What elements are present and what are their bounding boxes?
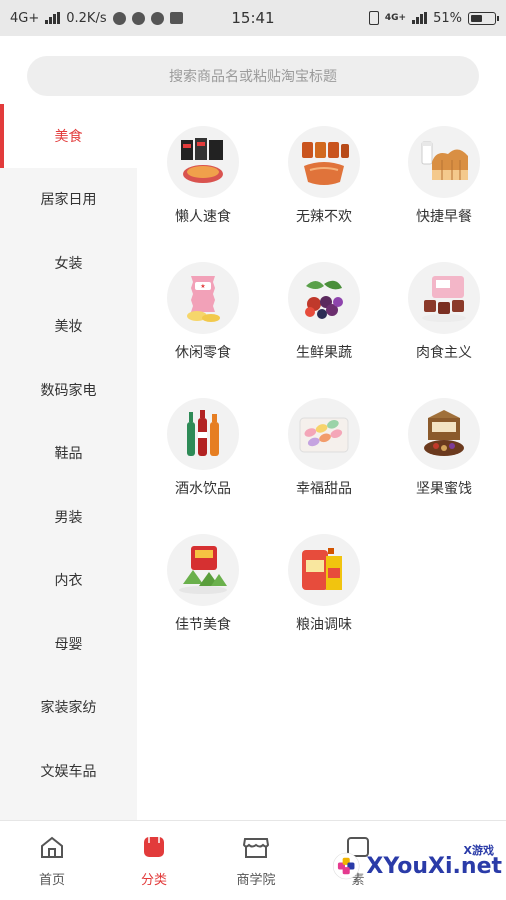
macaron-dessert-icon [288,398,360,470]
spicy-snacks-icon [288,126,360,198]
category-label: 幸福甜品 [296,481,352,497]
category-item[interactable]: 幸福甜品 [264,398,384,518]
sidebar-item[interactable]: 美妆 [0,295,137,359]
category-label: 坚果蜜饯 [416,481,472,497]
status-bar: 4G+ 0.2K/s 15:41 4G+ 51% [0,0,506,36]
sidebar-item-label: 数码家电 [40,382,97,399]
category-label: 粮油调味 [296,617,352,633]
signal-icon-right [412,12,428,24]
tab-label: 分类 [140,872,167,888]
category-icon [141,835,167,863]
battery-icon [468,11,499,25]
sidebar-item-label: 内衣 [54,573,83,590]
nuts-gift-box-icon [408,398,480,470]
sidebar-item-label: 美妆 [54,319,83,336]
tab-item[interactable]: 商学院 [206,821,306,900]
category-label: 酒水饮品 [175,481,231,497]
category-item[interactable]: 坚果蜜饯 [384,398,504,518]
fresh-fruit-icon [288,262,360,334]
sidebar-item[interactable]: 内衣 [0,549,137,613]
sidebar-item[interactable]: 母婴 [0,612,137,676]
cat-notification-icon [131,11,145,25]
category-label: 快捷早餐 [416,209,472,225]
network-speed: 0.2K/s [66,10,107,26]
category-item[interactable]: 生鲜果蔬 [264,262,384,382]
search-area: 搜索商品名或粘贴淘宝标题 [0,36,506,104]
store-icon [242,835,270,863]
search-placeholder: 搜索商品名或粘贴淘宝标题 [169,69,337,85]
sidebar-item[interactable]: 文娱车品 [0,739,137,803]
category-item[interactable]: 酒水饮品 [143,398,263,518]
site-watermark: XYouXi.net X游戏 [332,838,502,894]
tab-item[interactable]: 分类 [104,821,204,900]
category-item[interactable]: 无辣不欢 [264,126,384,246]
sidebar-item[interactable]: 鞋品 [0,422,137,486]
battery-percent: 51% [433,10,462,26]
message-icon [169,12,183,24]
sidebar-item-label: 女装 [54,255,83,272]
sidebar-item-label: 美食 [54,128,83,145]
sidebar-item[interactable]: 男装 [0,485,137,549]
sidebar-item[interactable]: 美食 [0,104,137,168]
tab-label: 首页 [38,872,65,888]
sidebar-item[interactable]: 家装家纺 [0,676,137,740]
bread-breakfast-icon [408,126,480,198]
category-item[interactable]: 快捷早餐 [384,126,504,246]
sidebar-item-label: 母婴 [54,636,83,653]
meat-icon [408,262,480,334]
sidebar-item[interactable]: 数码家电 [0,358,137,422]
vibrate-icon [368,11,379,25]
category-label: 生鲜果蔬 [296,345,352,361]
network-type: 4G+ [10,10,40,26]
signal-icon [45,12,61,24]
instant-noodles-icon [167,126,239,198]
sidebar-item-label: 鞋品 [54,446,83,463]
drinks-icon [167,398,239,470]
rice-oil-icon [288,534,360,606]
app-notification-icon [112,11,126,25]
category-item[interactable]: 佳节美食 [143,534,263,654]
watermark-small-text: X游戏 [463,844,494,857]
category-sidebar: 美食居家日用女装美妆数码家电鞋品男装内衣母婴家装家纺文娱车品 [0,104,137,820]
sidebar-item-label: 居家日用 [40,192,97,209]
network-type-right: 4G+ [384,13,407,23]
chips-snack-icon: ★ [167,262,239,334]
search-input[interactable]: 搜索商品名或粘贴淘宝标题 [27,56,479,96]
category-label: 休闲零食 [175,345,231,361]
home-icon [39,835,65,863]
category-item[interactable]: 粮油调味 [264,534,384,654]
sidebar-item-label: 男装 [54,509,83,526]
subcategory-grid: 懒人速食 无辣不欢 快捷早餐 ★ 休闲零食 生鲜果蔬 肉食主义酒水饮品 幸福甜品 坚果蜜饯佳节美… [137,104,506,820]
sidebar-item[interactable]: 居家日用 [0,168,137,232]
category-label: 无辣不欢 [296,209,352,225]
sidebar-item[interactable]: 女装 [0,231,137,295]
wechat-icon [150,11,164,25]
category-item[interactable]: ★ 休闲零食 [143,262,263,382]
category-label: 佳节美食 [175,617,231,633]
category-item[interactable]: 懒人速食 [143,126,263,246]
category-label: 懒人速食 [175,209,231,225]
sidebar-item-label: 文娱车品 [40,763,97,780]
xyouxi-logo-icon [332,852,360,880]
battery-fill [471,14,482,22]
category-item[interactable]: 肉食主义 [384,262,504,382]
svg-text:★: ★ [200,283,205,290]
sidebar-item-label: 家装家纺 [40,700,97,717]
category-label: 肉食主义 [416,345,472,361]
tab-item[interactable]: 首页 [2,821,102,900]
tab-label: 商学院 [236,872,276,888]
status-left: 4G+ 0.2K/s [10,11,369,26]
status-right: 4G+ 51% [368,10,499,26]
festival-zongzi-icon [167,534,239,606]
